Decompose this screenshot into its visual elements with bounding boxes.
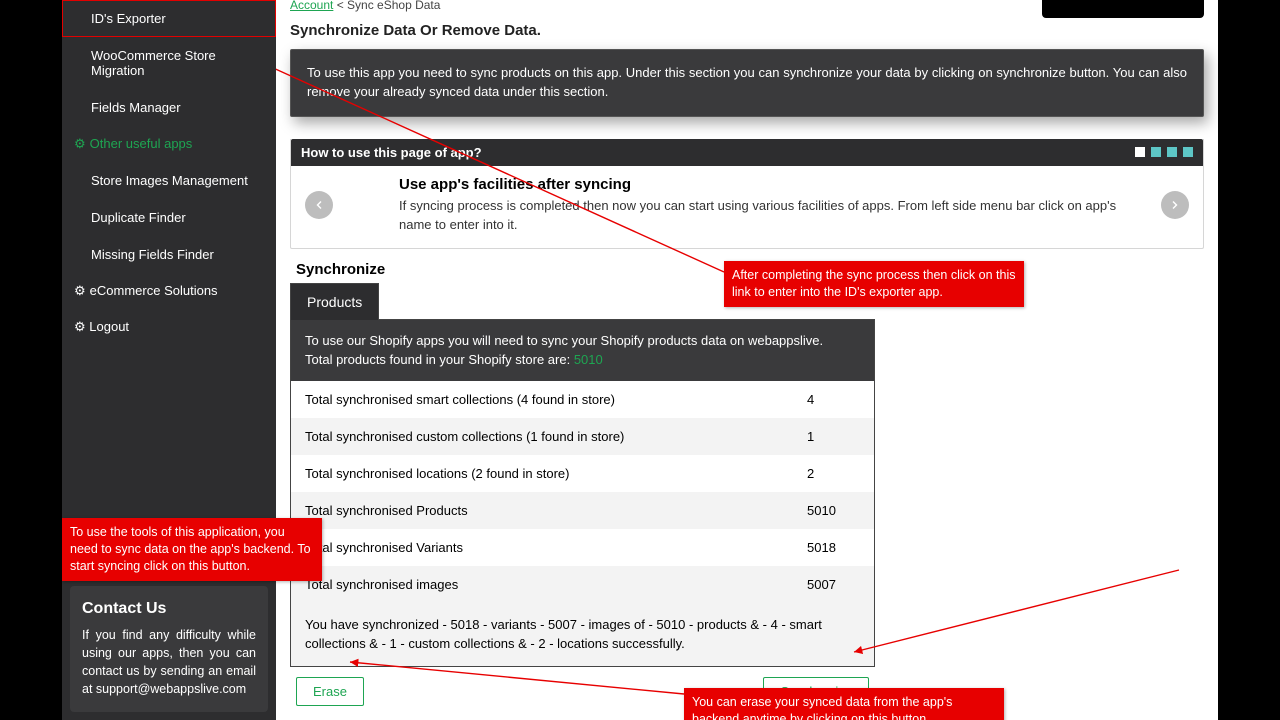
howto-header-label: How to use this page of app? xyxy=(301,145,482,160)
sidebar-item-logout[interactable]: ⚙ Logout xyxy=(62,309,276,345)
brand-logo xyxy=(1042,0,1204,18)
howto-desc: If syncing process is completed then now… xyxy=(399,197,1147,235)
stat-label: Total synchronised custom collections (1… xyxy=(291,418,792,455)
stat-row: Total synchronised images5007 xyxy=(291,566,874,603)
sidebar: ID's Exporter WooCommerce Store Migratio… xyxy=(62,0,276,720)
sidebar-item-missing-fields[interactable]: Missing Fields Finder xyxy=(62,236,276,273)
stat-label: Total synchronised Variants xyxy=(291,529,792,566)
contact-body: If you find any difficulty while using o… xyxy=(82,626,256,699)
annotation-callout: You can erase your synced data from the … xyxy=(684,688,1004,720)
sidebar-item-store-images[interactable]: Store Images Management xyxy=(62,162,276,199)
slider-dot[interactable] xyxy=(1151,147,1161,157)
stat-row: Total synchronised Products5010 xyxy=(291,492,874,529)
stat-value: 5018 xyxy=(792,529,874,566)
tab-body: To use our Shopify apps you will need to… xyxy=(290,319,875,666)
slider-dot[interactable] xyxy=(1167,147,1177,157)
stat-label: Total synchronised Products xyxy=(291,492,792,529)
tab-intro: To use our Shopify apps you will need to… xyxy=(291,320,874,380)
slider-dot[interactable] xyxy=(1183,147,1193,157)
logout-icon: ⚙ xyxy=(74,319,86,334)
annotation-callout: After completing the sync process then c… xyxy=(724,261,1024,307)
howto-panel: How to use this page of app? Use app's f… xyxy=(290,139,1204,250)
howto-title: Use app's facilities after syncing xyxy=(399,176,1147,193)
slider-dot[interactable] xyxy=(1135,147,1145,157)
stat-label: Total synchronised images xyxy=(291,566,792,603)
sidebar-item-duplicate-finder[interactable]: Duplicate Finder xyxy=(62,199,276,236)
breadcrumb-account-link[interactable]: Account xyxy=(290,0,333,12)
stat-value: 5007 xyxy=(792,566,874,603)
gear-icon: ⚙ xyxy=(74,136,86,151)
sidebar-item-fields-manager[interactable]: Fields Manager xyxy=(62,89,276,126)
main-content: Account < Sync eShop Data Synchronize Da… xyxy=(276,0,1218,720)
sidebar-group-other-useful-apps[interactable]: ⚙Other useful apps xyxy=(62,126,276,162)
stat-row: Total synchronised locations (2 found in… xyxy=(291,455,874,492)
stat-row: Total synchronised Variants5018 xyxy=(291,529,874,566)
stat-row: Total synchronised custom collections (1… xyxy=(291,418,874,455)
product-count: 5010 xyxy=(574,352,603,367)
chevron-right-icon xyxy=(1169,199,1181,211)
page-heading: Synchronize Data Or Remove Data. xyxy=(290,22,1204,39)
chevron-left-icon xyxy=(313,199,325,211)
stat-value: 2 xyxy=(792,455,874,492)
contact-title: Contact Us xyxy=(82,600,256,618)
stat-value: 4 xyxy=(792,381,874,418)
erase-button[interactable]: Erase xyxy=(296,677,364,706)
contact-block: Contact Us If you find any difficulty wh… xyxy=(70,586,268,713)
annotation-callout: To use the tools of this application, yo… xyxy=(62,518,322,581)
breadcrumb-current: Sync eShop Data xyxy=(347,0,440,12)
sync-summary: You have synchronized - 5018 - variants … xyxy=(291,603,874,666)
prev-slide-button[interactable] xyxy=(305,191,333,219)
stat-value: 1 xyxy=(792,418,874,455)
stat-value: 5010 xyxy=(792,492,874,529)
stat-label: Total synchronised locations (2 found in… xyxy=(291,455,792,492)
gear-icon: ⚙ xyxy=(74,283,86,298)
next-slide-button[interactable] xyxy=(1161,191,1189,219)
slider-dots xyxy=(1135,147,1193,157)
info-banner: To use this app you need to sync product… xyxy=(290,49,1204,117)
tab-products[interactable]: Products xyxy=(290,283,379,320)
sidebar-item-ecommerce-solutions[interactable]: ⚙eCommerce Solutions xyxy=(62,273,276,309)
stat-row: Total synchronised smart collections (4 … xyxy=(291,381,874,418)
stat-label: Total synchronised smart collections (4 … xyxy=(291,381,792,418)
sidebar-item-ids-exporter[interactable]: ID's Exporter xyxy=(62,0,276,37)
sidebar-item-woo-migration[interactable]: WooCommerce Store Migration xyxy=(62,37,276,89)
